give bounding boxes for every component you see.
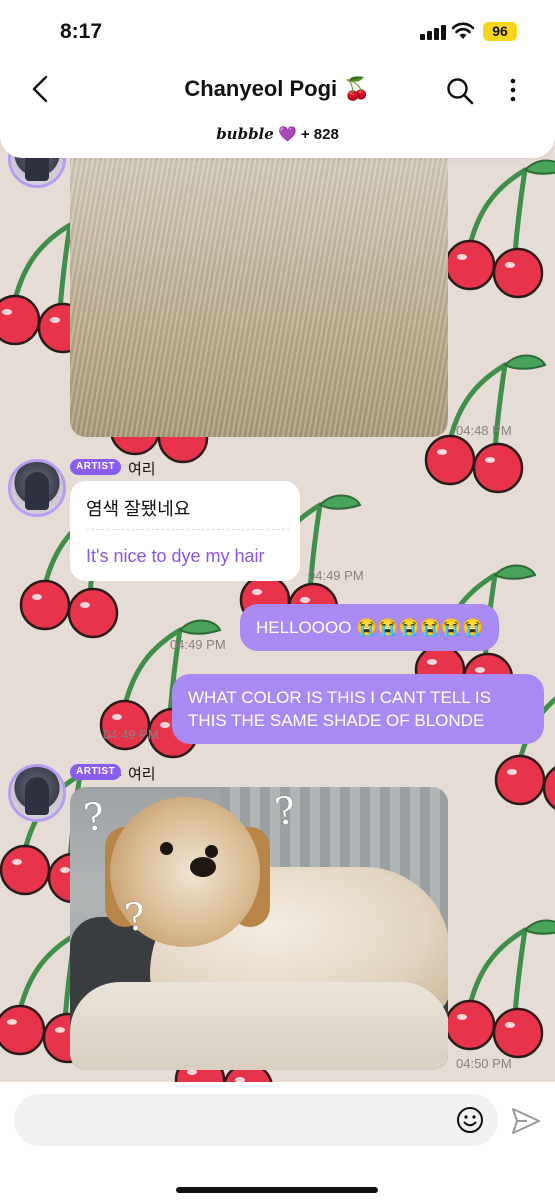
subscriber-info: bubble 💜 + 828 bbox=[0, 125, 555, 143]
signal-icon bbox=[420, 24, 446, 40]
photo-blanket bbox=[70, 982, 448, 1070]
message-input-bar bbox=[0, 1082, 555, 1200]
message-timestamp: 04:49 PM bbox=[170, 637, 226, 652]
message-timestamp: 04:49 PM bbox=[103, 727, 159, 742]
home-indicator[interactable] bbox=[176, 1187, 378, 1193]
message-timestamp: 04:50 PM bbox=[456, 1056, 512, 1071]
send-icon[interactable] bbox=[510, 1106, 542, 1136]
emoji-icon[interactable] bbox=[456, 1106, 484, 1134]
message-timestamp: 04:49 PM bbox=[308, 568, 364, 583]
artist-badge: ARTIST bbox=[70, 459, 122, 475]
search-icon[interactable] bbox=[445, 76, 475, 106]
battery-icon: 96 bbox=[483, 22, 517, 41]
sent-message-bubble[interactable]: WHAT COLOR IS THIS I CANT TELL IS THIS T… bbox=[172, 674, 544, 744]
wifi-icon bbox=[451, 22, 475, 39]
artist-badge: ARTIST bbox=[70, 764, 122, 780]
question-mark-doodle: ? bbox=[81, 793, 108, 841]
hair-photo[interactable] bbox=[70, 140, 448, 437]
message-timestamp: 04:48 PM bbox=[456, 423, 512, 438]
translation-divider bbox=[86, 529, 290, 530]
artist-avatar[interactable] bbox=[8, 459, 66, 517]
message-korean-text: 염색 잘됐네요 bbox=[86, 499, 191, 519]
heart-icon: 💜 bbox=[277, 126, 297, 143]
subscriber-count: + 828 bbox=[300, 126, 339, 143]
message-input[interactable] bbox=[14, 1094, 498, 1146]
more-vertical-icon[interactable] bbox=[503, 76, 523, 106]
artist-name: 여리 bbox=[128, 766, 156, 783]
sent-message-bubble[interactable]: HELLOOOO 😭😭😭😭😭😭 bbox=[240, 604, 500, 651]
status-bar: 8:17 96 bbox=[0, 0, 555, 62]
dog-photo[interactable]: ? ? ? bbox=[70, 787, 448, 1070]
message-translation-text: It's nice to dye my hair bbox=[86, 546, 265, 566]
status-time: 8:17 bbox=[60, 20, 103, 43]
bubble-brand: bubble bbox=[216, 125, 274, 143]
artist-avatar[interactable] bbox=[8, 764, 66, 822]
artist-name: 여리 bbox=[128, 461, 156, 478]
translated-message-bubble[interactable]: 염색 잘됐네요 It's nice to dye my hair bbox=[70, 481, 300, 581]
chat-area[interactable]: 04:48 PM ARTIST 여리 염색 잘됐네요 It's nice to … bbox=[0, 0, 555, 1082]
chat-header: Chanyeol Pogi 🍒 bubble 💜 + 828 bbox=[0, 62, 555, 158]
